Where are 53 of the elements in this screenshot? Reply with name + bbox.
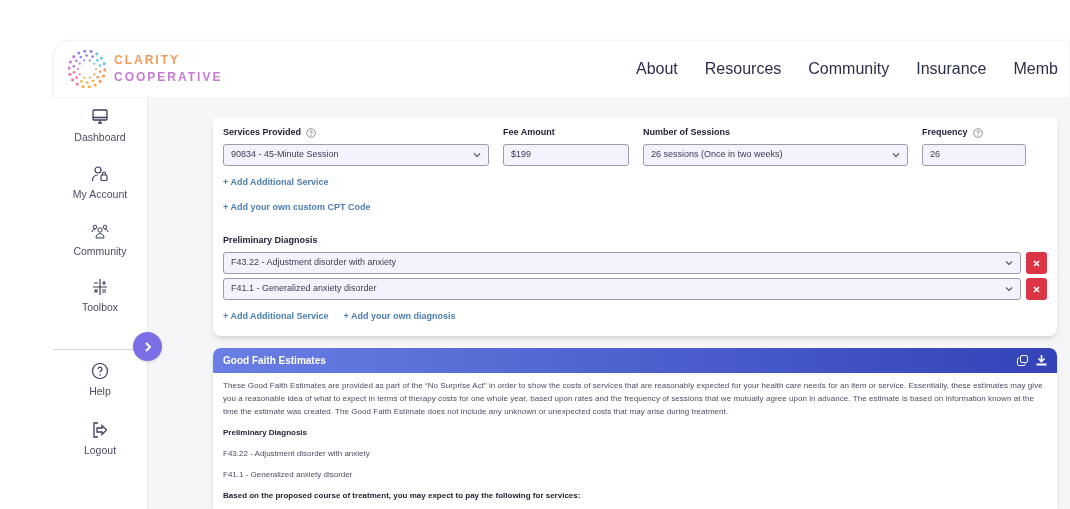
service-dropdown[interactable]: 90834 - 45-Minute Session xyxy=(223,144,489,166)
chevron-down-icon xyxy=(1005,260,1014,266)
remove-button[interactable] xyxy=(1026,278,1047,300)
close-icon xyxy=(1033,285,1040,293)
sidebar-item[interactable]: Toolbox xyxy=(81,278,119,316)
nav-link[interactable]: Resources xyxy=(704,57,782,81)
sessions-dropdown[interactable]: 26 sessions (Once in two weeks) xyxy=(643,144,908,166)
sidebar-item[interactable]: Dashboard xyxy=(74,108,126,146)
chevron-right-icon xyxy=(142,340,153,353)
logout-icon xyxy=(91,420,109,439)
copy-icon[interactable] xyxy=(1017,354,1028,366)
field-label: Number of Sessions xyxy=(643,126,731,140)
sidebar-item[interactable]: Help xyxy=(89,362,111,400)
add-link[interactable]: + Add Additional Service xyxy=(223,176,329,190)
monitor-icon xyxy=(91,108,109,126)
nav-link[interactable]: Community xyxy=(808,57,890,81)
frequency-input[interactable]: 26 xyxy=(922,144,1026,166)
fee-input[interactable]: $199 xyxy=(503,144,629,166)
field-label: Fee Amount xyxy=(503,126,555,140)
field-label: Preliminary Diagnosis xyxy=(223,234,318,248)
section-heading: Based on the proposed course of treatment, you may expect to pay the following for services: xyxy=(223,489,582,502)
section-heading: Preliminary Diagnosis xyxy=(223,426,309,439)
chevron-down-icon xyxy=(892,152,900,158)
calculator-icon xyxy=(91,278,109,297)
add-link[interactable]: + Add Additional Service xyxy=(223,310,329,324)
help-icon[interactable] xyxy=(972,128,983,138)
brand-name: COOPERATIVE xyxy=(114,69,223,86)
nav-link[interactable]: Insurance xyxy=(916,57,987,81)
diagnosis-dropdown[interactable]: F43.22 - Adjustment disorder with anxiety xyxy=(223,252,1022,274)
diagnosis-text: F43.22 - Adjustment disorder with anxiety xyxy=(223,447,371,460)
estimates-title: Good Faith Estimates xyxy=(223,353,326,368)
user-lock-icon xyxy=(91,164,109,183)
intro-paragraph: These Good Faith Estimates are provided as part of the “No Surprise Act” in order to show the costs of services that are reasonably expected for your health care needs for an item or service. Essentially, these estimates may give you a reasonable idea of what to expect in terms of therapy costs for one whole year, based upon rates and the frequency of sessions that we mutually agree upon in advance. The estimate is based on information known at the time the estimate was created. The Good Faith Estimate does not include any unknown or unexpected costs that may arise during treatment. xyxy=(223,379,1044,418)
sidebar-item[interactable]: My Account xyxy=(72,164,128,203)
help-icon[interactable] xyxy=(306,128,317,138)
logo-icon xyxy=(68,50,106,88)
field-label: Services Provided xyxy=(223,126,302,140)
brand-name: CLARITY xyxy=(114,52,181,69)
add-link[interactable]: + Add your own diagnosis xyxy=(343,310,456,324)
sidebar-item[interactable]: Community xyxy=(73,221,127,260)
help-icon xyxy=(91,362,109,380)
download-icon[interactable] xyxy=(1036,354,1047,366)
diagnosis-text: F41.1 - Generalized anxiety disorder xyxy=(223,468,354,481)
field-label: Frequency xyxy=(922,126,968,140)
close-icon xyxy=(1033,259,1040,267)
chevron-down-icon xyxy=(1005,286,1014,292)
nav-link[interactable]: Memb xyxy=(1013,57,1058,81)
sidebar-item[interactable]: Logout xyxy=(83,420,117,459)
add-link[interactable]: + Add your own custom CPT Code xyxy=(223,200,371,214)
remove-button[interactable] xyxy=(1026,252,1047,274)
chevron-down-icon xyxy=(473,152,481,158)
nav-link[interactable]: About xyxy=(636,57,678,81)
diagnosis-dropdown[interactable]: F41.1 - Generalized anxiety disorder xyxy=(223,278,1022,300)
